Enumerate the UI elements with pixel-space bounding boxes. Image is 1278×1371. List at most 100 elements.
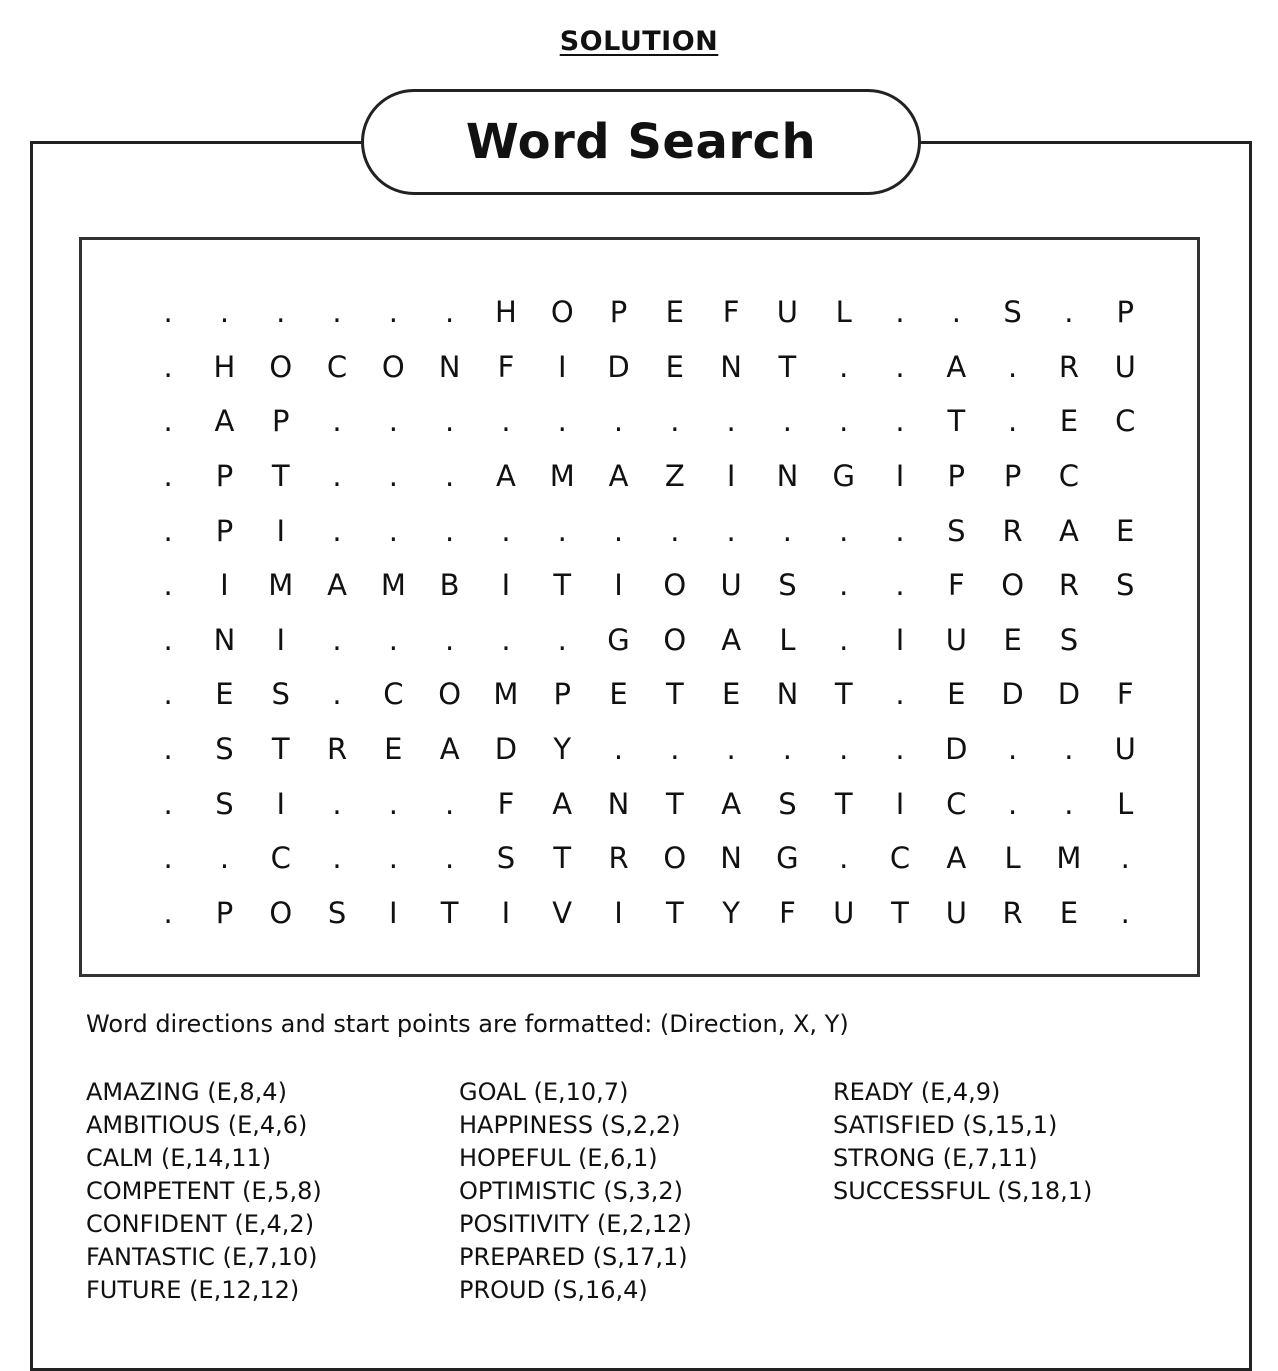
grid-cell: . bbox=[163, 349, 173, 384]
grid-cell: . bbox=[445, 295, 455, 330]
grid-cell: G bbox=[776, 841, 799, 876]
grid-cell: . bbox=[895, 404, 905, 439]
grid-cell: . bbox=[501, 513, 511, 548]
grid-cell: N bbox=[776, 459, 799, 494]
grid-cell: E bbox=[721, 677, 741, 712]
grid-cell: T bbox=[834, 786, 853, 821]
grid-cell: P bbox=[947, 459, 966, 494]
grid-cell: P bbox=[215, 513, 234, 548]
word-list-item: GOAL (E,10,7) bbox=[459, 1078, 629, 1106]
word-list-column-3: READY (E,4,9) SATISFIED (S,15,1) STRONG (E… bbox=[833, 1076, 1092, 1208]
grid-cell: S bbox=[778, 568, 797, 603]
grid-cell: N bbox=[607, 786, 630, 821]
grid-cell: . bbox=[557, 622, 567, 657]
grid-cell: Z bbox=[664, 459, 685, 494]
grid-cell: . bbox=[670, 513, 680, 548]
grid-cell: L bbox=[779, 622, 796, 657]
grid-cell: S bbox=[271, 677, 290, 712]
grid-cell: . bbox=[670, 404, 680, 439]
word-list-item: PREPARED (S,17,1) bbox=[459, 1243, 688, 1271]
grid-cell: S bbox=[215, 786, 234, 821]
grid-cell: M bbox=[1056, 841, 1082, 876]
grid-cell: . bbox=[557, 513, 567, 548]
grid-cell: I bbox=[895, 459, 905, 494]
grid-cell: . bbox=[726, 732, 736, 767]
grid-cell: Y bbox=[722, 895, 740, 930]
grid-cell: O bbox=[381, 349, 405, 384]
word-list-item: FUTURE (E,12,12) bbox=[86, 1276, 300, 1304]
grid-cell: . bbox=[1064, 786, 1074, 821]
grid-cell: P bbox=[1003, 459, 1022, 494]
grid-cell: A bbox=[552, 786, 573, 821]
grid-cell: I bbox=[389, 895, 398, 930]
grid-cell: . bbox=[839, 349, 849, 384]
grid-cell: . bbox=[332, 459, 342, 494]
grid-cell: U bbox=[776, 295, 799, 330]
grid-cell: E bbox=[384, 732, 403, 767]
word-list-item: POSITIVITY (E,2,12) bbox=[459, 1210, 692, 1238]
grid-cell: . bbox=[163, 295, 173, 330]
letter-grid: ......HOPEFUL..S.P.HOCONFIDENT..A.RU.AP.… bbox=[140, 285, 1153, 940]
grid-cell: . bbox=[388, 295, 398, 330]
grid-cell: P bbox=[215, 459, 234, 494]
grid-cell: M bbox=[380, 568, 406, 603]
grid-cell: I bbox=[614, 895, 623, 930]
grid-cell: O bbox=[550, 295, 574, 330]
grid-cell: . bbox=[726, 404, 736, 439]
grid-cell bbox=[1097, 613, 1153, 668]
grid-cell: . bbox=[388, 404, 398, 439]
grid-cell: I bbox=[276, 513, 286, 548]
grid-cell: . bbox=[782, 404, 793, 439]
grid-cell: C bbox=[1115, 404, 1136, 439]
grid-cell: R bbox=[1002, 895, 1023, 930]
grid-cell: O bbox=[1001, 568, 1025, 603]
grid-cell: . bbox=[388, 513, 398, 548]
grid-cell: S bbox=[215, 732, 234, 767]
grid-cell: A bbox=[214, 404, 235, 439]
grid-cell: . bbox=[1007, 732, 1018, 767]
grid-cell: C bbox=[1058, 459, 1080, 494]
grid-cell: C bbox=[270, 841, 291, 876]
word-list-item: OPTIMISTIC (S,3,2) bbox=[459, 1177, 684, 1205]
word-list-column-1: AMAZING (E,8,4) AMBITIOUS (E,4,6) CALM (E,… bbox=[86, 1076, 322, 1307]
grid-cell: T bbox=[440, 895, 459, 930]
grid-cell: G bbox=[607, 622, 630, 657]
grid-cell: U bbox=[833, 895, 855, 930]
grid-cell: . bbox=[445, 404, 455, 439]
grid-cell: . bbox=[163, 513, 173, 548]
grid-cell: . bbox=[163, 841, 173, 876]
grid-cell: . bbox=[670, 732, 680, 767]
grid-cell: O bbox=[269, 349, 293, 384]
grid-cell: U bbox=[945, 622, 967, 657]
grid-cell: U bbox=[1114, 732, 1136, 767]
grid-cell: H bbox=[213, 349, 236, 384]
grid-cell: V bbox=[552, 895, 573, 930]
grid-cell: S bbox=[496, 841, 516, 876]
grid-cell: S bbox=[1059, 622, 1079, 657]
grid-cell: . bbox=[1007, 349, 1018, 384]
grid-cell: U bbox=[720, 568, 742, 603]
grid-cell: . bbox=[445, 841, 455, 876]
grid-cell: . bbox=[839, 732, 849, 767]
grid-cell: S bbox=[327, 895, 347, 930]
word-list-item: AMBITIOUS (E,4,6) bbox=[86, 1111, 308, 1139]
grid-cell: . bbox=[445, 786, 455, 821]
grid-cell: . bbox=[1007, 786, 1018, 821]
grid-cell: C bbox=[946, 786, 967, 821]
grid-cell: . bbox=[895, 295, 905, 330]
word-list-item: SUCCESSFUL (S,18,1) bbox=[833, 1177, 1093, 1205]
grid-cell: T bbox=[271, 459, 290, 494]
grid-cell: D bbox=[494, 732, 518, 767]
grid-cell: T bbox=[665, 895, 684, 930]
grid-cell: S bbox=[1003, 295, 1022, 330]
grid-cell: A bbox=[608, 459, 629, 494]
grid-cell: U bbox=[1114, 349, 1136, 384]
grid-cell: . bbox=[839, 841, 849, 876]
grid-cell: . bbox=[839, 404, 849, 439]
grid-cell: . bbox=[388, 786, 398, 821]
grid-cell: S bbox=[947, 513, 966, 548]
grid-cell: C bbox=[889, 841, 911, 876]
grid-cell: . bbox=[895, 677, 905, 712]
grid-cell: O bbox=[663, 622, 687, 657]
grid-cell: N bbox=[720, 841, 742, 876]
